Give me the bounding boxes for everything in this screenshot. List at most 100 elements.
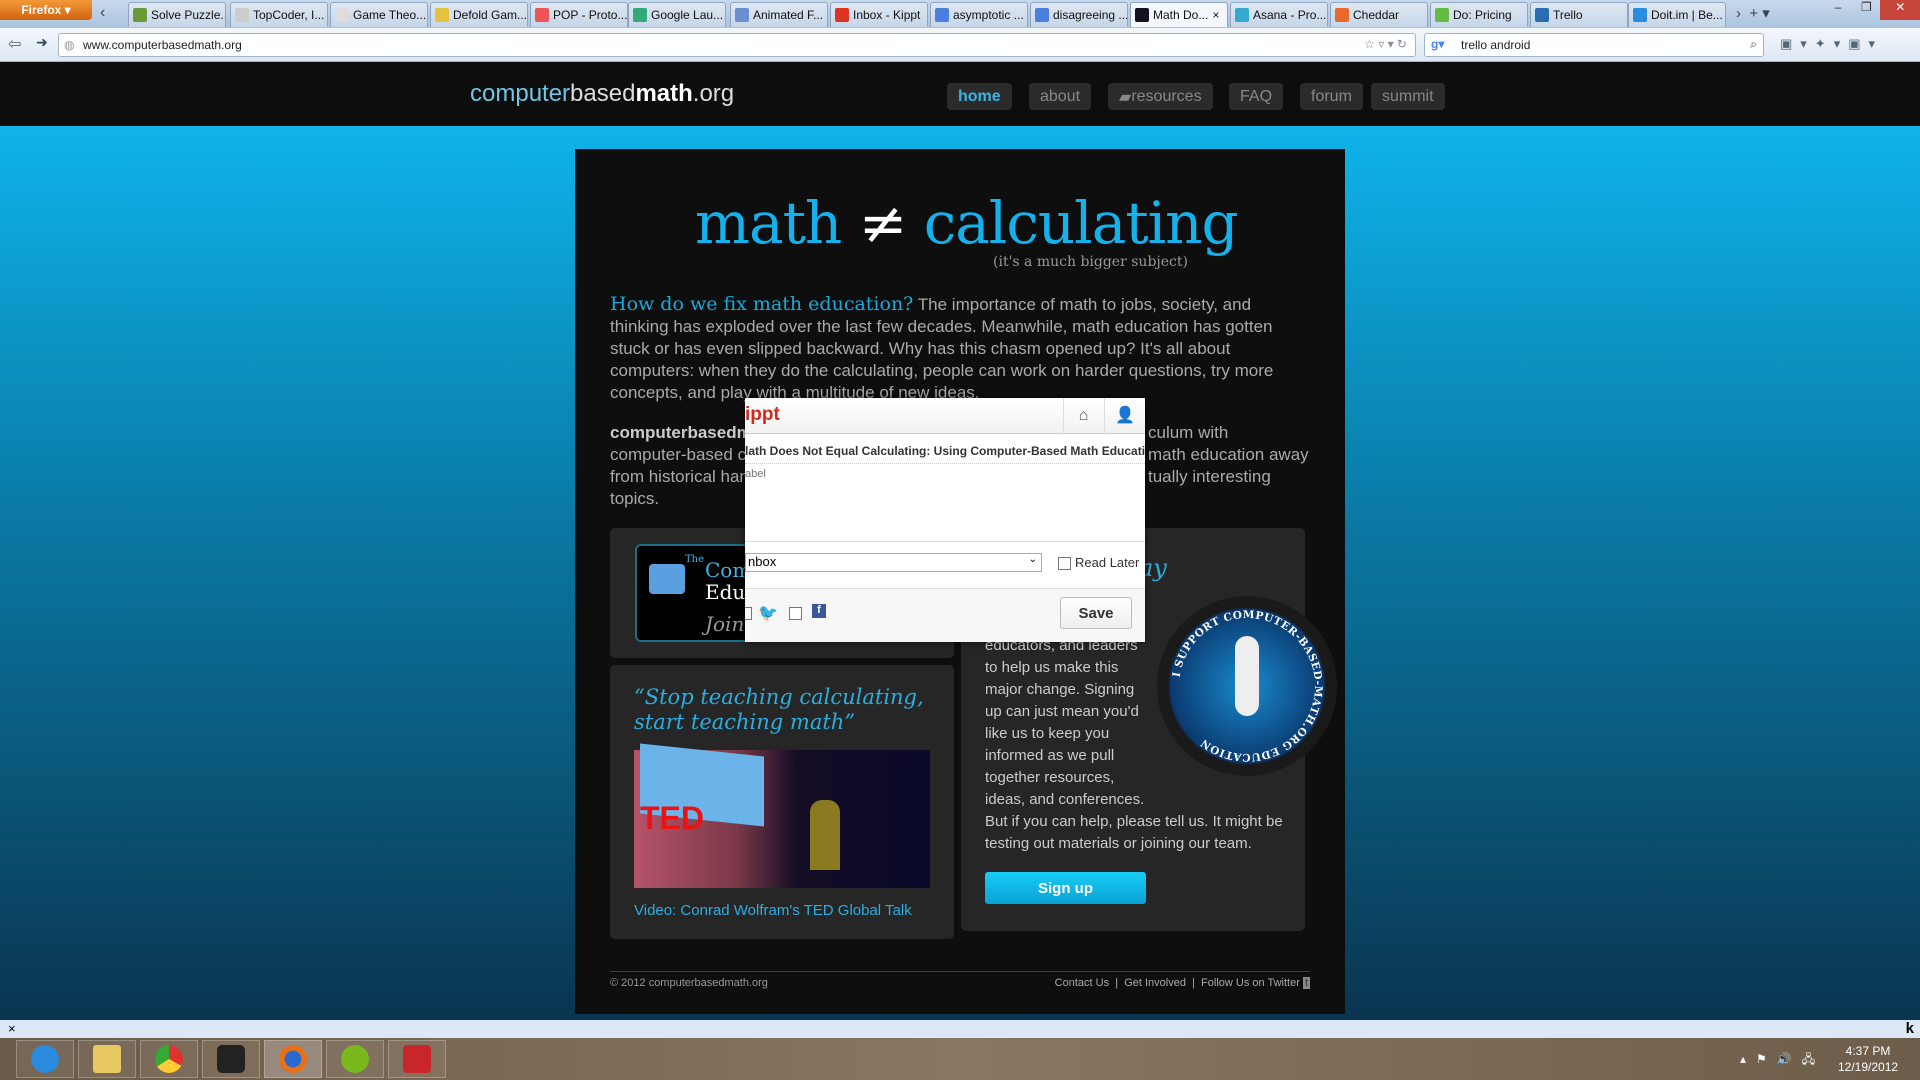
tab-label: Game Theo... xyxy=(353,8,427,22)
search-input[interactable]: trello android g▾ ⌕ xyxy=(1424,33,1764,57)
save-button[interactable]: Save xyxy=(1060,597,1132,629)
home-icon[interactable]: ⌂ xyxy=(1063,398,1103,434)
tab-label: Inbox - Kippt xyxy=(853,8,921,22)
browser-tab[interactable]: Math Do... × xyxy=(1130,2,1228,27)
wunderlist-icon[interactable] xyxy=(388,1040,446,1078)
kippt-logo: ippt xyxy=(745,404,780,425)
tab-favicon-icon xyxy=(1135,8,1149,22)
tab-favicon-icon xyxy=(1633,8,1647,22)
sign-up-button[interactable]: Sign up xyxy=(985,872,1146,904)
close-addon-bar-icon[interactable]: × xyxy=(8,1021,16,1036)
ted-video-link[interactable]: Video: Conrad Wolfram's TED Global Talk xyxy=(634,902,912,919)
tab-favicon-icon xyxy=(1435,8,1449,22)
tab-favicon-icon xyxy=(835,8,849,22)
chevron-down-icon: ⌄ xyxy=(1028,554,1037,565)
browser-tab[interactable]: disagreeing ... xyxy=(1030,2,1128,27)
folder-icon: ▰ xyxy=(1119,88,1132,106)
tray-icons[interactable]: ▴⚑🔊🖧 xyxy=(1740,1050,1825,1071)
browser-tab[interactable]: Defold Gam... xyxy=(430,2,528,27)
second-paragraph-right: culum with math education away tually inte… xyxy=(1148,423,1309,486)
browser-tab[interactable]: Solve Puzzle... xyxy=(128,2,226,27)
browser-tab[interactable]: Animated F... xyxy=(730,2,828,27)
list-select[interactable]: nbox ⌄ xyxy=(745,553,1042,572)
tab-favicon-icon xyxy=(1235,8,1249,22)
svg-text:I SUPPORT COMPUTER-BASED-MATH.: I SUPPORT COMPUTER-BASED-MATH.ORG EDUCAT… xyxy=(1171,609,1325,763)
title-input[interactable] xyxy=(745,438,1145,464)
get-involved-link[interactable]: Get Involved xyxy=(1124,977,1186,989)
tab-label: Asana - Pro... xyxy=(1253,8,1327,22)
ted-panel: “Stop teaching calculating, start teachi… xyxy=(610,665,954,939)
search-icon[interactable]: ⌕ xyxy=(1750,37,1757,52)
kippt-popup: ippt ⌂ 👤 nbox⌄ Read Later 🐦 f Save xyxy=(745,398,1145,642)
file-explorer-icon[interactable] xyxy=(78,1040,136,1078)
chrome-icon[interactable] xyxy=(140,1040,198,1078)
footer-divider xyxy=(610,971,1310,972)
twitter-share-checkbox[interactable] xyxy=(745,607,752,620)
new-tab-icon[interactable]: › + ▾ xyxy=(1736,4,1770,22)
browser-tab[interactable]: Inbox - Kippt xyxy=(830,2,928,27)
site-logo[interactable]: computerbasedmath.org xyxy=(470,80,734,108)
browser-tab[interactable]: Doit.im | Be... xyxy=(1628,2,1726,27)
badge-ring-text: I SUPPORT COMPUTER-BASED-MATH.ORG EDUCAT… xyxy=(1171,609,1325,763)
tab-label: Defold Gam... xyxy=(453,8,528,22)
facebook-share-checkbox[interactable] xyxy=(789,607,802,620)
ted-talk-thumbnail[interactable]: TED xyxy=(634,743,930,888)
tab-favicon-icon xyxy=(1535,8,1549,22)
kippt-addon-icon[interactable]: k xyxy=(1906,1020,1914,1037)
notes-textarea[interactable] xyxy=(745,468,1145,538)
tab-label: disagreeing ... xyxy=(1053,8,1128,22)
read-later-checkbox[interactable] xyxy=(1058,557,1071,570)
tab-scroll-left-icon[interactable]: ‹ xyxy=(100,4,105,22)
spotify-icon[interactable] xyxy=(326,1040,384,1078)
nav-faq[interactable]: FAQ xyxy=(1229,83,1284,110)
contact-link[interactable]: Contact Us xyxy=(1055,977,1109,989)
browser-tab[interactable]: Do: Pricing xyxy=(1430,2,1528,27)
browser-tab[interactable]: TopCoder, I... xyxy=(230,2,328,27)
minimize-icon[interactable]: – xyxy=(1824,0,1852,20)
tab-favicon-icon xyxy=(335,8,349,22)
browser-tab[interactable]: Trello xyxy=(1530,2,1628,27)
browser-tab[interactable]: Game Theo... xyxy=(330,2,428,27)
bookmark-star-icon[interactable]: ☆ ▿ ▾ ↻ xyxy=(1364,37,1407,51)
tab-label: Math Do... xyxy=(1153,8,1209,22)
nav-resources[interactable]: ▰ resources xyxy=(1108,83,1213,110)
facebook-icon: f xyxy=(812,604,826,618)
url-input[interactable]: www.computerbasedmath.org ◍ ☆ ▿ ▾ ↻ xyxy=(58,33,1416,57)
community-banner[interactable]: The Com Edu Join xyxy=(635,544,755,642)
firefox-icon[interactable] xyxy=(264,1040,322,1078)
tab-label: POP - Proto... xyxy=(553,8,628,22)
nav-home[interactable]: home xyxy=(947,83,1012,110)
browser-tab[interactable]: Asana - Pro... xyxy=(1230,2,1328,27)
browser-tab[interactable]: Google Lau... xyxy=(628,2,726,27)
internet-explorer-icon[interactable] xyxy=(16,1040,74,1078)
nav-summit[interactable]: summit xyxy=(1371,83,1445,110)
intro-paragraph: How do we fix math education? The import… xyxy=(610,293,1274,402)
browser-tab[interactable]: Cheddar xyxy=(1330,2,1428,27)
globe-icon: ◍ xyxy=(64,38,75,52)
clock[interactable]: 4:37 PM 12/19/2012 xyxy=(1838,1043,1898,1075)
firefox-menu-button[interactable]: Firefox ▾ xyxy=(0,0,92,20)
nav-about[interactable]: about xyxy=(1029,83,1092,110)
tab-label: Do: Pricing xyxy=(1453,8,1512,22)
back-icon[interactable]: ⇦ xyxy=(8,34,21,54)
restore-icon[interactable]: ❐ xyxy=(1852,0,1880,20)
tab-label: asymptotic ... xyxy=(953,8,1024,22)
steam-icon[interactable] xyxy=(202,1040,260,1078)
footer-links: Contact Us | Get Involved | Follow Us on… xyxy=(1054,977,1310,989)
close-tab-icon[interactable]: × xyxy=(1212,8,1219,22)
forward-icon[interactable]: ➜ xyxy=(36,34,48,51)
speaker xyxy=(810,800,840,870)
toolbar-addons-icon[interactable]: ▣▾✦▾▣▾ xyxy=(1780,36,1883,52)
signup-text-line: ideas, and conferences. xyxy=(985,791,1145,808)
nav-forum[interactable]: forum xyxy=(1300,83,1363,110)
tab-label: Animated F... xyxy=(753,8,824,22)
browser-tab[interactable]: POP - Proto... xyxy=(530,2,628,27)
browser-tab[interactable]: asymptotic ... xyxy=(930,2,1028,27)
profile-icon[interactable]: 👤 xyxy=(1104,398,1145,434)
tab-favicon-icon xyxy=(435,8,449,22)
tab-favicon-icon xyxy=(235,8,249,22)
tab-favicon-icon xyxy=(735,8,749,22)
close-window-icon[interactable]: ✕ xyxy=(1880,0,1920,20)
twitter-icon[interactable]: t xyxy=(1302,977,1310,989)
twitter-link[interactable]: Follow Us on Twitter xyxy=(1201,977,1300,989)
